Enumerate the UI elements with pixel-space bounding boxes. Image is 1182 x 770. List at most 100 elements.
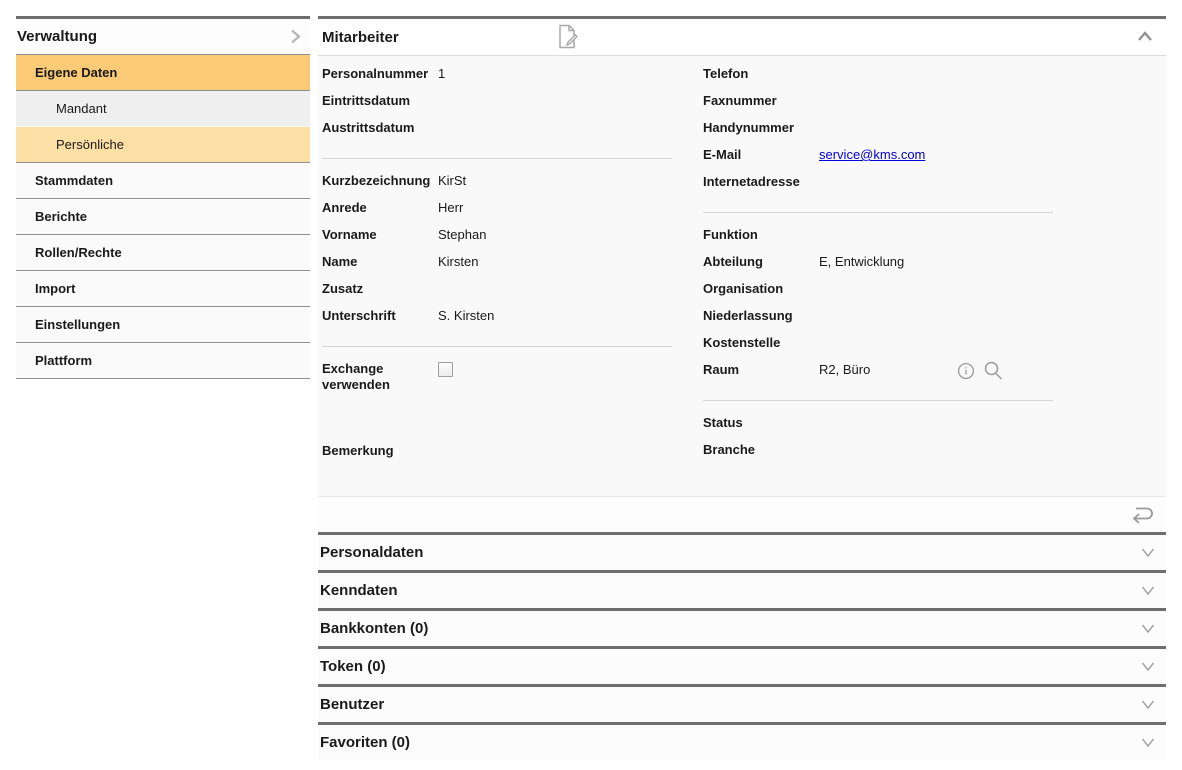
field-value-branche (819, 440, 1053, 442)
sidebar-item-import[interactable]: Import (16, 271, 310, 307)
field-value-bemerkung (438, 441, 672, 443)
sidebar-item-einstellungen[interactable]: Einstellungen (16, 307, 310, 343)
field-label: Name (322, 252, 438, 270)
field-label: Niederlassung (703, 306, 819, 324)
field-label: Abteilung (703, 252, 819, 270)
field-value-raum: R2, Büro (819, 360, 1053, 381)
field-value-eintrittsdatum (438, 91, 672, 93)
field-label: Anrede (322, 198, 438, 216)
field-value-vorname: Stephan (438, 225, 672, 243)
section-title: Token (0) (320, 658, 386, 675)
field-label: Bemerkung (322, 441, 438, 459)
section-header-bankkonten-0[interactable]: Bankkonten (0) (318, 608, 1166, 646)
field-value-funktion (819, 225, 1053, 227)
field-label: Vorname (322, 225, 438, 243)
field-label: Zusatz (322, 279, 438, 297)
field-label: Kostenstelle (703, 333, 819, 351)
field-value-anrede: Herr (438, 198, 672, 216)
chevron-down-icon[interactable] (1140, 622, 1156, 635)
section-header-personaldaten[interactable]: Personaldaten (318, 532, 1166, 570)
field-value-e-mail: service@kms.com (819, 145, 1053, 163)
exchange-verwenden-checkbox[interactable] (438, 362, 453, 377)
field-value-kurzbezeichnung: KirSt (438, 171, 672, 189)
section-header-benutzer[interactable]: Benutzer (318, 684, 1166, 722)
field-value-internetadresse (819, 172, 1053, 174)
form-row-kostenstelle: Kostenstelle (703, 333, 1053, 360)
field-label: Faxnummer (703, 91, 819, 109)
form-row-funktion: Funktion (703, 225, 1053, 252)
form-row-unterschrift: UnterschriftS. Kirsten (322, 306, 672, 333)
search-icon[interactable] (983, 360, 1003, 381)
form-row-austrittsdatum: Austrittsdatum (322, 118, 672, 145)
email-link[interactable]: service@kms.com (819, 147, 925, 163)
sidebar-item-mandant[interactable]: Mandant (16, 91, 310, 127)
form-row-personalnummer: Personalnummer1 (322, 64, 672, 91)
sidebar-item-eigene-daten[interactable]: Eigene Daten (16, 55, 310, 91)
divider (322, 158, 672, 159)
sidebar: Verwaltung Eigene DatenMandantPersönlich… (16, 16, 310, 379)
section-title: Benutzer (320, 696, 384, 713)
section-title: Personaldaten (320, 544, 423, 561)
chevron-right-icon[interactable] (286, 27, 304, 46)
chevron-down-icon[interactable] (1140, 546, 1156, 559)
section-header-favoriten-0[interactable]: Favoriten (0) (318, 722, 1166, 760)
field-label: Funktion (703, 225, 819, 243)
form-row-telefon: Telefon (703, 64, 1053, 91)
divider (322, 346, 672, 347)
field-value-status (819, 413, 1053, 415)
divider (703, 212, 1053, 213)
form-column-left: Personalnummer1EintrittsdatumAustrittsda… (322, 64, 672, 496)
page-title: Mitarbeiter (318, 29, 399, 46)
field-label: Unterschrift (322, 306, 438, 324)
form-row-abteilung: AbteilungE, Entwicklung (703, 252, 1053, 279)
field-label: Kurzbezeichnung (322, 171, 438, 189)
field-value-kostenstelle (819, 333, 1053, 335)
sidebar-item-berichte[interactable]: Berichte (16, 199, 310, 235)
sidebar-header[interactable]: Verwaltung (16, 19, 310, 55)
sidebar-item-rollen-rechte[interactable]: Rollen/Rechte (16, 235, 310, 271)
chevron-up-icon[interactable] (1136, 29, 1154, 43)
section-title: Kenndaten (320, 582, 398, 599)
sidebar-title: Verwaltung (17, 28, 97, 45)
sidebar-item-persönliche[interactable]: Persönliche (16, 127, 310, 163)
field-value-unterschrift: S. Kirsten (438, 306, 672, 324)
form-row-name: NameKirsten (322, 252, 672, 279)
sidebar-items: Eigene DatenMandantPersönlicheStammdaten… (16, 55, 310, 379)
field-label: Raum (703, 360, 819, 378)
chevron-down-icon[interactable] (1140, 698, 1156, 711)
field-value-abteilung: E, Entwicklung (819, 252, 1053, 270)
chevron-down-icon[interactable] (1140, 736, 1156, 749)
field-label: Organisation (703, 279, 819, 297)
field-value-niederlassung (819, 306, 1053, 308)
sidebar-item-plattform[interactable]: Plattform (16, 343, 310, 379)
field-value-name: Kirsten (438, 252, 672, 270)
info-icon[interactable] (957, 362, 975, 380)
form-row-branche: Branche (703, 440, 1053, 467)
field-label: Status (703, 413, 819, 431)
form-row-faxnummer: Faxnummer (703, 91, 1053, 118)
sidebar-item-stammdaten[interactable]: Stammdaten (16, 163, 310, 199)
form-footer (318, 496, 1166, 532)
undo-icon[interactable] (1129, 504, 1156, 525)
field-value-austrittsdatum (438, 118, 672, 120)
section-header-token-0[interactable]: Token (0) (318, 646, 1166, 684)
field-label: Telefon (703, 64, 819, 82)
field-label: E-Mail (703, 145, 819, 163)
form-row-internetadresse: Internetadresse (703, 172, 1053, 199)
chevron-down-icon[interactable] (1140, 584, 1156, 597)
form-row-bemerkung: Bemerkung (322, 441, 672, 468)
form-row-e-mail: E-Mailservice@kms.com (703, 145, 1053, 172)
form-row-zusatz: Zusatz (322, 279, 672, 306)
divider (703, 400, 1053, 401)
field-value-exchange-verwenden (438, 359, 672, 377)
collapsed-sections: Personaldaten Kenndaten Bankkonten (0) Toke… (318, 532, 1166, 760)
chevron-down-icon[interactable] (1140, 660, 1156, 673)
form-row-vorname: VornameStephan (322, 225, 672, 252)
field-label: Austrittsdatum (322, 118, 438, 136)
field-label: Personalnummer (322, 64, 438, 82)
employee-form: Personalnummer1EintrittsdatumAustrittsda… (318, 56, 1166, 496)
edit-icon[interactable] (555, 23, 581, 50)
section-header-kenndaten[interactable]: Kenndaten (318, 570, 1166, 608)
form-row-anrede: AnredeHerr (322, 198, 672, 225)
main-panel: Mitarbeiter Personalnummer1Eintrittsdatu… (318, 16, 1166, 760)
